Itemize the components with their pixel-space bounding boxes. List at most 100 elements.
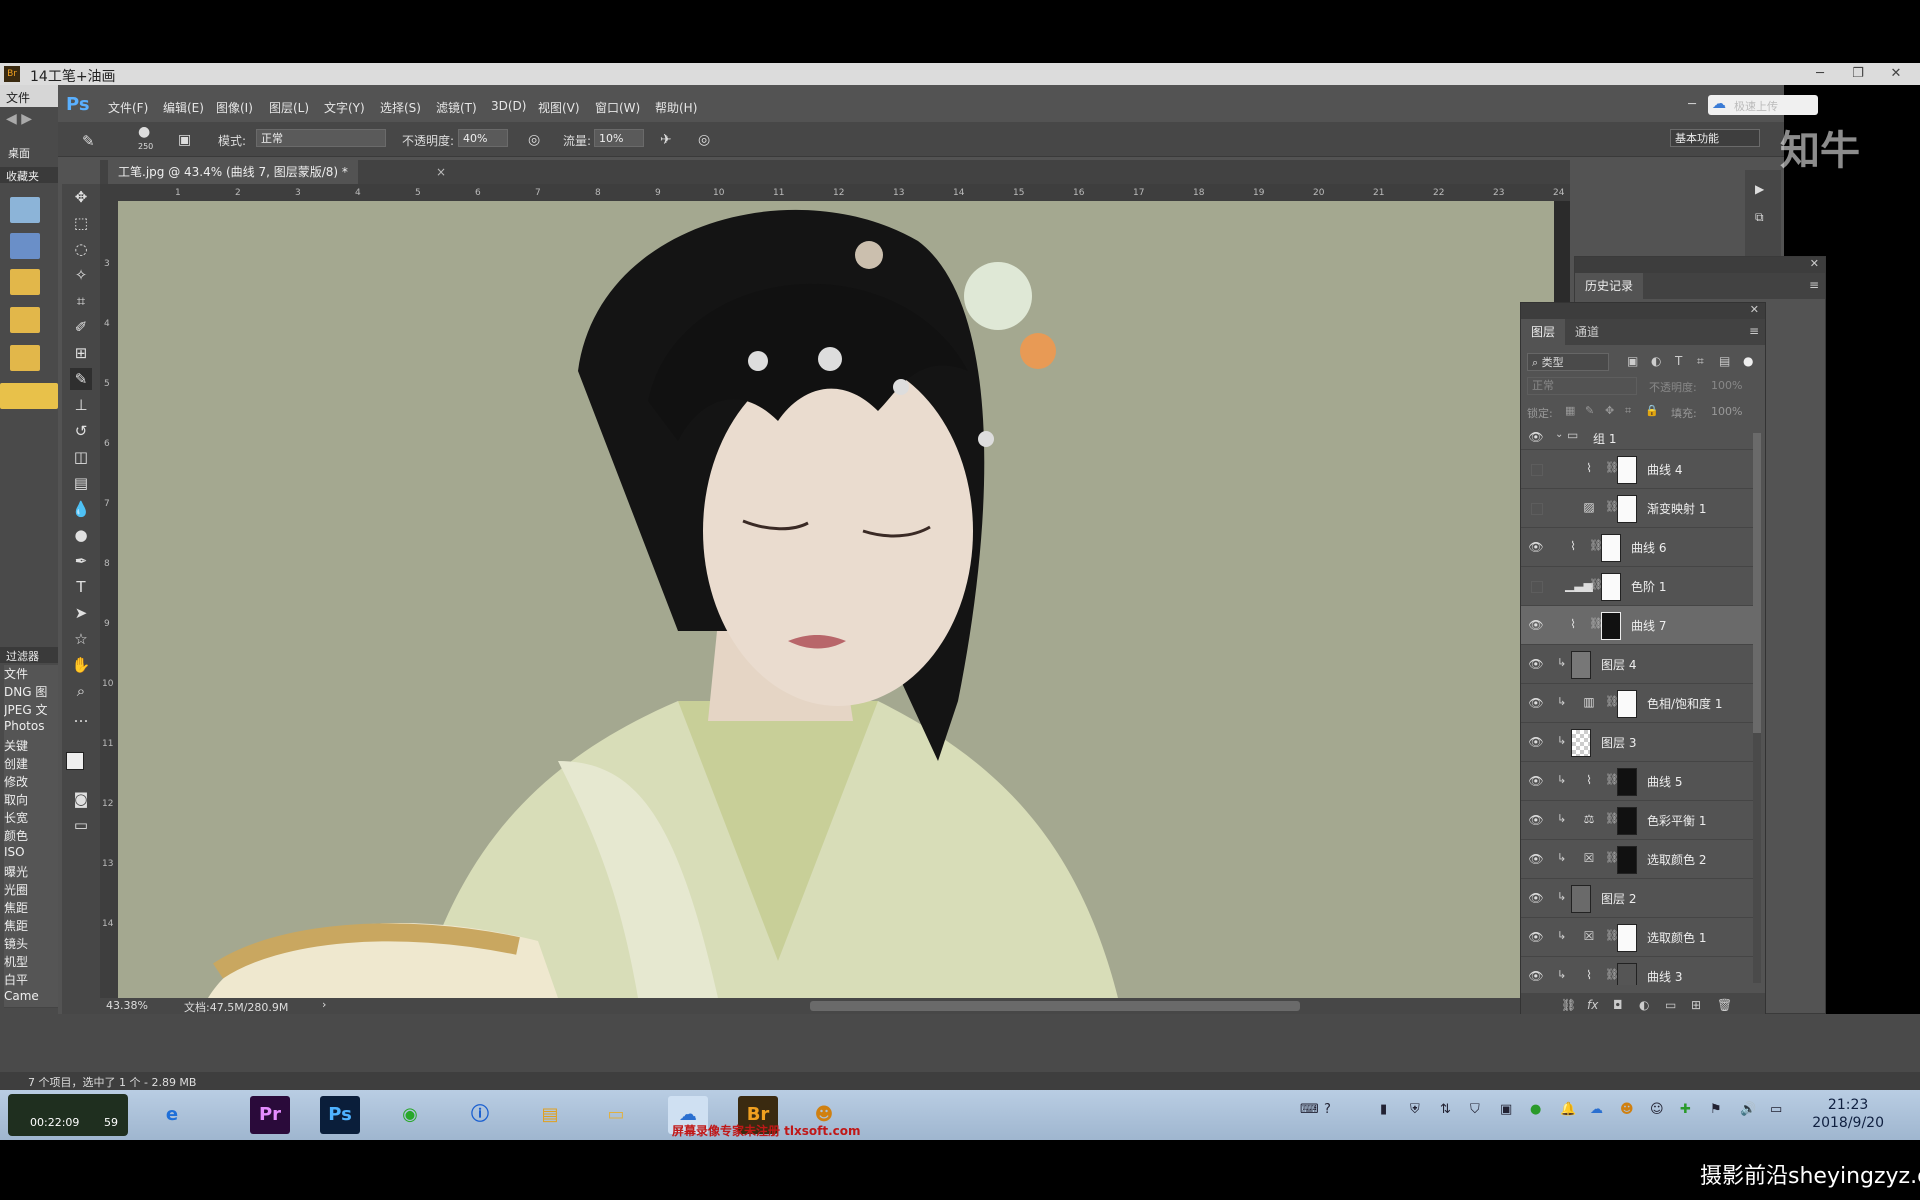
- favorites-label[interactable]: 收藏夹: [6, 168, 39, 184]
- layer-row[interactable]: 👁 ⌄ ▭ 组 1: [1521, 425, 1753, 450]
- layer-row[interactable]: 👁 ↳ ⌇ ⛓ 曲线 3: [1521, 957, 1753, 985]
- menu-layer[interactable]: 图层(L): [269, 99, 309, 116]
- menu-type[interactable]: 文字(Y): [324, 99, 365, 116]
- layer-row[interactable]: 👁 ↳ 图层 3: [1521, 723, 1753, 762]
- brush-preset-icon[interactable]: ●: [138, 124, 150, 140]
- info-app-icon[interactable]: ⓘ: [460, 1096, 500, 1134]
- layer-row[interactable]: 👁 ↳ ⌇ ⛓ 曲线 5: [1521, 762, 1753, 801]
- filter-item[interactable]: JPEG 文: [4, 701, 58, 720]
- cloud-upload-label[interactable]: 极速上传: [1734, 98, 1778, 114]
- panel-menu-icon[interactable]: ≡: [1749, 324, 1759, 338]
- shield-icon[interactable]: ⛉: [1470, 1102, 1480, 1117]
- eye-hidden-icon[interactable]: [1531, 581, 1543, 593]
- plus-tray-icon[interactable]: ✚: [1680, 1102, 1691, 1117]
- filter-item[interactable]: 焦距: [4, 917, 58, 936]
- filter-type-icon[interactable]: T: [1675, 354, 1682, 368]
- volume-icon[interactable]: 🔊: [1740, 1102, 1756, 1117]
- path-selection-icon[interactable]: ➤: [70, 602, 92, 624]
- eye-icon[interactable]: 👁: [1528, 773, 1544, 789]
- layer-row[interactable]: 👁 ↳ ☒ ⛓ 选取颜色 2: [1521, 840, 1753, 879]
- minimize-icon[interactable]: ─: [1808, 65, 1832, 83]
- crop-tool-icon[interactable]: ⌗: [70, 290, 92, 312]
- fx-icon[interactable]: fx: [1587, 998, 1598, 1012]
- layer-thumbnail[interactable]: [1571, 729, 1591, 757]
- layer-row[interactable]: 👁 ↳ 图层 2: [1521, 879, 1753, 918]
- folder-icon[interactable]: [10, 269, 40, 295]
- explorer-icon[interactable]: ▭: [596, 1096, 636, 1134]
- filter-item[interactable]: DNG 图: [4, 683, 58, 702]
- green-app-icon[interactable]: ●: [1530, 1102, 1541, 1117]
- opacity-input[interactable]: 40%: [458, 129, 508, 147]
- chevron-down-icon[interactable]: ⌄: [1555, 429, 1563, 440]
- eye-hidden-icon[interactable]: [1531, 464, 1543, 476]
- filter-item[interactable]: 文件: [4, 665, 58, 684]
- history-brush-icon[interactable]: ↺: [70, 420, 92, 442]
- screen-recorder-widget[interactable]: 00:22:09 59: [8, 1094, 128, 1136]
- brush-panel-icon[interactable]: ▣: [178, 132, 191, 148]
- layer-mask-thumbnail[interactable]: [1617, 846, 1637, 874]
- menu-window[interactable]: 窗口(W): [595, 99, 640, 116]
- flow-input[interactable]: 10%: [594, 129, 644, 147]
- lock-position-icon[interactable]: ✥: [1605, 404, 1614, 417]
- layer-row[interactable]: ⌇ ⛓ 曲线 4: [1521, 450, 1753, 489]
- new-adjustment-icon[interactable]: ◐: [1639, 998, 1649, 1012]
- folder-icon[interactable]: [10, 345, 40, 371]
- computer-icon[interactable]: [10, 197, 40, 223]
- filter-item[interactable]: 取向: [4, 791, 58, 810]
- eye-hidden-icon[interactable]: [1531, 503, 1543, 515]
- filter-item[interactable]: 焦距: [4, 899, 58, 918]
- filter-item[interactable]: ISO: [4, 845, 58, 864]
- photoshop-app-button[interactable]: Ps: [320, 1096, 360, 1134]
- ie-icon[interactable]: e: [152, 1096, 192, 1134]
- clone-stamp-icon[interactable]: ⊥: [70, 394, 92, 416]
- brush-tool-icon[interactable]: ✎: [70, 368, 92, 390]
- layer-mask-thumbnail[interactable]: [1617, 456, 1637, 484]
- blend-mode-select[interactable]: 正常: [1527, 377, 1637, 395]
- eraser-icon[interactable]: ◫: [70, 446, 92, 468]
- horizontal-scrollbar[interactable]: [810, 1001, 1300, 1011]
- display-icon[interactable]: ▣: [1500, 1102, 1512, 1117]
- filter-item[interactable]: 颜色: [4, 827, 58, 846]
- pen-tool-icon[interactable]: ✒: [70, 550, 92, 572]
- menu-filter[interactable]: 滤镜(T): [436, 99, 477, 116]
- pressure-opacity-icon[interactable]: ◎: [528, 132, 540, 148]
- tab-close-icon[interactable]: ×: [436, 165, 446, 179]
- hand-tool-icon[interactable]: ✋: [70, 654, 92, 676]
- magic-wand-icon[interactable]: ✧: [70, 264, 92, 286]
- filter-item[interactable]: 修改: [4, 773, 58, 792]
- layer-mask-thumbnail[interactable]: [1617, 963, 1637, 985]
- layer-mask-thumbnail[interactable]: [1601, 573, 1621, 601]
- help-icon[interactable]: ?: [1324, 1102, 1331, 1117]
- menu-help[interactable]: 帮助(H): [655, 99, 697, 116]
- filter-item[interactable]: 光圈: [4, 881, 58, 900]
- filter-item[interactable]: 关键: [4, 737, 58, 756]
- ps-minimize-icon[interactable]: ─: [1680, 96, 1704, 114]
- layer-row[interactable]: ▨ ⛓ 渐变映射 1: [1521, 489, 1753, 528]
- cloud-tray-icon[interactable]: ☁: [1590, 1102, 1603, 1117]
- layer-opacity-value[interactable]: 100%: [1711, 379, 1742, 392]
- battery-icon[interactable]: ▮: [1380, 1102, 1387, 1117]
- desktop-label[interactable]: 桌面: [8, 145, 30, 161]
- taskbar-clock[interactable]: 21:23 2018/9/20: [1812, 1096, 1884, 1132]
- airbrush-icon[interactable]: ✈: [660, 132, 672, 148]
- menu-file[interactable]: 文件(F): [108, 99, 148, 116]
- dodge-tool-icon[interactable]: ●: [70, 524, 92, 546]
- network-tray-icon[interactable]: ⇅: [1440, 1102, 1451, 1117]
- filter-adjustment-icon[interactable]: ◐: [1651, 354, 1661, 368]
- screen-mode-icon[interactable]: ▭: [70, 814, 92, 836]
- notes-app-icon[interactable]: ▤: [530, 1096, 570, 1134]
- layers-scrollbar[interactable]: [1753, 433, 1761, 983]
- layer-row[interactable]: 👁 ↳ 图层 4: [1521, 645, 1753, 684]
- quick-mask-icon[interactable]: ◙: [70, 788, 92, 810]
- layer-mask-thumbnail[interactable]: [1601, 534, 1621, 562]
- security-icon[interactable]: ⛨: [1410, 1102, 1420, 1117]
- eye-icon[interactable]: 👁: [1528, 929, 1544, 945]
- lock-all-icon[interactable]: 🔒: [1645, 404, 1659, 417]
- layer-thumbnail[interactable]: [1571, 651, 1591, 679]
- qq-icon[interactable]: ☺: [1650, 1102, 1664, 1117]
- back-arrow-icon[interactable]: ◀ ▶: [6, 111, 32, 127]
- menu-3d[interactable]: 3D(D): [491, 99, 526, 113]
- filter-item[interactable]: 长宽: [4, 809, 58, 828]
- bell-icon[interactable]: 🔔: [1560, 1102, 1576, 1117]
- filter-item[interactable]: 创建: [4, 755, 58, 774]
